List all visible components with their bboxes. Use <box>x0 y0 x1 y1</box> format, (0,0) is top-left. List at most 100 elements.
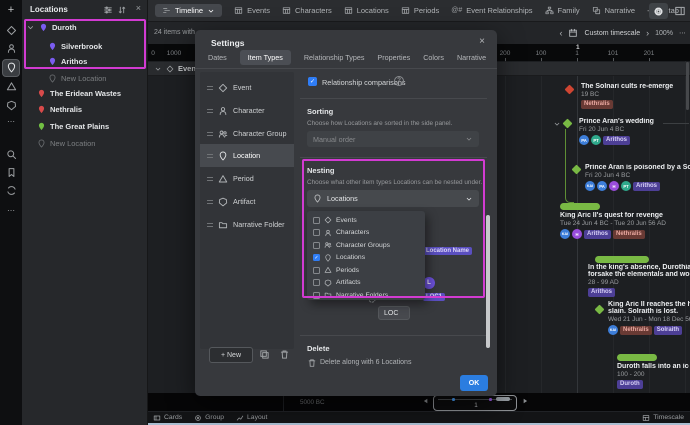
option-locations[interactable]: ✓Locations <box>313 252 423 265</box>
tab-narrative[interactable]: Narrative <box>592 6 635 15</box>
periods-rail-icon[interactable] <box>0 81 22 92</box>
timescale-next-button[interactable]: › <box>646 28 649 38</box>
location-item-new-2[interactable]: New Location <box>37 139 95 148</box>
filter-icon[interactable] <box>103 5 113 15</box>
sorting-dropdown[interactable]: Manual order <box>307 131 479 147</box>
period-bar[interactable] <box>595 256 649 263</box>
layout-button[interactable]: Layout <box>236 414 267 422</box>
avatar[interactable]: H <box>609 181 619 191</box>
event-card-solnari[interactable]: The Solnari cults re-emerge 19 BC Nethra… <box>581 83 689 109</box>
minimap-thumb[interactable] <box>496 397 510 401</box>
location-badge[interactable]: Arithos <box>584 230 611 239</box>
collapse-icon[interactable] <box>154 65 162 73</box>
close-panel-icon[interactable]: × <box>136 3 141 13</box>
more-options-icon[interactable]: ⋯ <box>679 29 686 37</box>
event-card-absence[interactable]: In the king's absence, Durothians beg fo… <box>588 264 690 297</box>
bookmark-icon[interactable] <box>0 167 22 178</box>
option-narrative-folders[interactable]: Narrative Folders <box>313 289 423 302</box>
cards-button[interactable]: Cards <box>153 414 182 422</box>
option-artifacts[interactable]: Artifacts <box>313 277 423 290</box>
location-item-silverbrook[interactable]: Silverbrook <box>48 42 102 51</box>
tab-item-types[interactable]: Item Types <box>240 50 291 65</box>
location-item-nethralis[interactable]: Nethralis <box>37 105 82 114</box>
tab-events[interactable]: Events <box>234 6 270 15</box>
location-item-new-1[interactable]: New Location <box>48 74 106 83</box>
option-events[interactable]: Events <box>313 214 423 227</box>
item-type-artifact[interactable]: Artifact <box>200 190 294 213</box>
event-card-poisoned[interactable]: Prince Aran is poisoned by a Solnari Fri… <box>585 164 690 191</box>
timescale-button[interactable]: Timescale <box>642 414 684 422</box>
minimap-right-arrow[interactable] <box>521 397 529 405</box>
minimap-viewport[interactable]: 1 <box>433 395 517 411</box>
avatar[interactable]: PA <box>579 135 589 145</box>
location-badge[interactable]: Nethralis <box>620 326 652 335</box>
checkbox-checked[interactable]: ✓ <box>313 254 320 261</box>
search-icon[interactable] <box>0 149 22 160</box>
tab-periods[interactable]: Periods <box>401 6 439 15</box>
location-badge[interactable]: Solraith <box>654 326 682 335</box>
new-item-type-button[interactable]: + New <box>209 347 253 363</box>
avatar[interactable]: H <box>572 229 582 239</box>
location-item-arithos[interactable]: Arithos <box>48 57 87 66</box>
help-icon[interactable]: ? <box>394 76 404 86</box>
timescale-prev-button[interactable]: ‹ <box>559 28 562 38</box>
tab-colors[interactable]: Colors <box>423 53 444 62</box>
avatar[interactable]: PT <box>621 181 631 191</box>
identifier-input[interactable]: LOC <box>378 306 410 320</box>
close-icon[interactable]: × <box>479 36 485 47</box>
timescale-selector[interactable]: Custom timescale <box>584 30 640 37</box>
location-badge[interactable]: Arithos <box>603 136 630 145</box>
more-rail-icon[interactable]: ⋯ <box>0 117 22 126</box>
checkbox-unchecked[interactable] <box>313 279 320 286</box>
location-item-duroth[interactable]: Duroth <box>26 23 77 32</box>
sort-icon[interactable] <box>117 5 127 15</box>
item-type-character-group[interactable]: Character Group <box>200 122 294 145</box>
location-badge[interactable]: Duroth <box>617 380 643 389</box>
period-bar[interactable] <box>617 354 657 361</box>
ok-button[interactable]: OK <box>460 375 488 391</box>
panel-toggle-button[interactable] <box>674 5 686 17</box>
event-card-wedding[interactable]: Prince Aran's wedding Fri 20 Jun 4 BC PA… <box>579 118 689 145</box>
item-type-character[interactable]: Character <box>200 99 294 122</box>
location-badge[interactable]: Nethralis <box>613 230 645 239</box>
checkbox-unchecked[interactable] <box>313 267 320 274</box>
relationship-comparisons-checkbox[interactable]: ✓ <box>308 77 317 86</box>
drag-handle-icon[interactable] <box>207 86 213 90</box>
item-type-location[interactable]: Location <box>200 144 294 167</box>
drag-handle-icon[interactable] <box>207 132 213 136</box>
delete-type-icon[interactable] <box>279 349 290 360</box>
zoom-level[interactable]: 100% <box>655 30 673 37</box>
settings-gear-button[interactable] <box>649 3 668 19</box>
option-characters[interactable]: Characters <box>313 227 423 240</box>
location-badge[interactable]: Arithos <box>633 182 660 191</box>
dialog-scrollbar[interactable] <box>486 215 490 348</box>
tab-characters[interactable]: Characters <box>282 6 332 15</box>
checkbox-unchecked[interactable] <box>313 242 320 249</box>
artifacts-rail-icon[interactable] <box>0 100 22 111</box>
characters-rail-icon[interactable] <box>0 43 22 54</box>
period-bar[interactable] <box>560 203 600 210</box>
item-type-narrative-folder[interactable]: Narrative Folder <box>200 213 294 236</box>
drag-handle-icon[interactable] <box>207 177 213 181</box>
drag-handle-icon[interactable] <box>207 109 213 113</box>
drag-handle-icon[interactable] <box>207 154 213 158</box>
events-rail-icon[interactable] <box>0 25 22 36</box>
event-card-ice-age[interactable]: Duroth falls into an ice age 100 - 200 D… <box>617 363 689 389</box>
tab-dates[interactable]: Dates <box>208 53 227 62</box>
tab-timeline[interactable]: Timeline <box>155 4 222 17</box>
tab-family[interactable]: Family <box>545 6 580 15</box>
event-collapse-icon[interactable] <box>553 120 561 128</box>
avatar[interactable]: PA <box>597 181 607 191</box>
drag-handle-icon[interactable] <box>207 223 213 227</box>
duplicate-icon[interactable] <box>259 349 270 360</box>
checkbox-unchecked[interactable] <box>313 229 320 236</box>
location-item-eridean[interactable]: The Eridean Wastes <box>37 89 121 98</box>
event-card-quest[interactable]: King Aric II's quest for revenge Tue 24 … <box>560 212 690 239</box>
avatar[interactable]: PT <box>591 135 601 145</box>
expander-icon[interactable] <box>26 23 35 32</box>
sync-icon[interactable] <box>0 185 22 196</box>
more-rail-icon-2[interactable]: ⋯ <box>0 206 22 215</box>
event-card-heart[interactable]: King Aric II reaches the heart o slain. … <box>608 301 690 335</box>
tab-properties[interactable]: Properties <box>377 53 410 62</box>
nesting-dropdown[interactable]: Locations <box>307 190 479 207</box>
